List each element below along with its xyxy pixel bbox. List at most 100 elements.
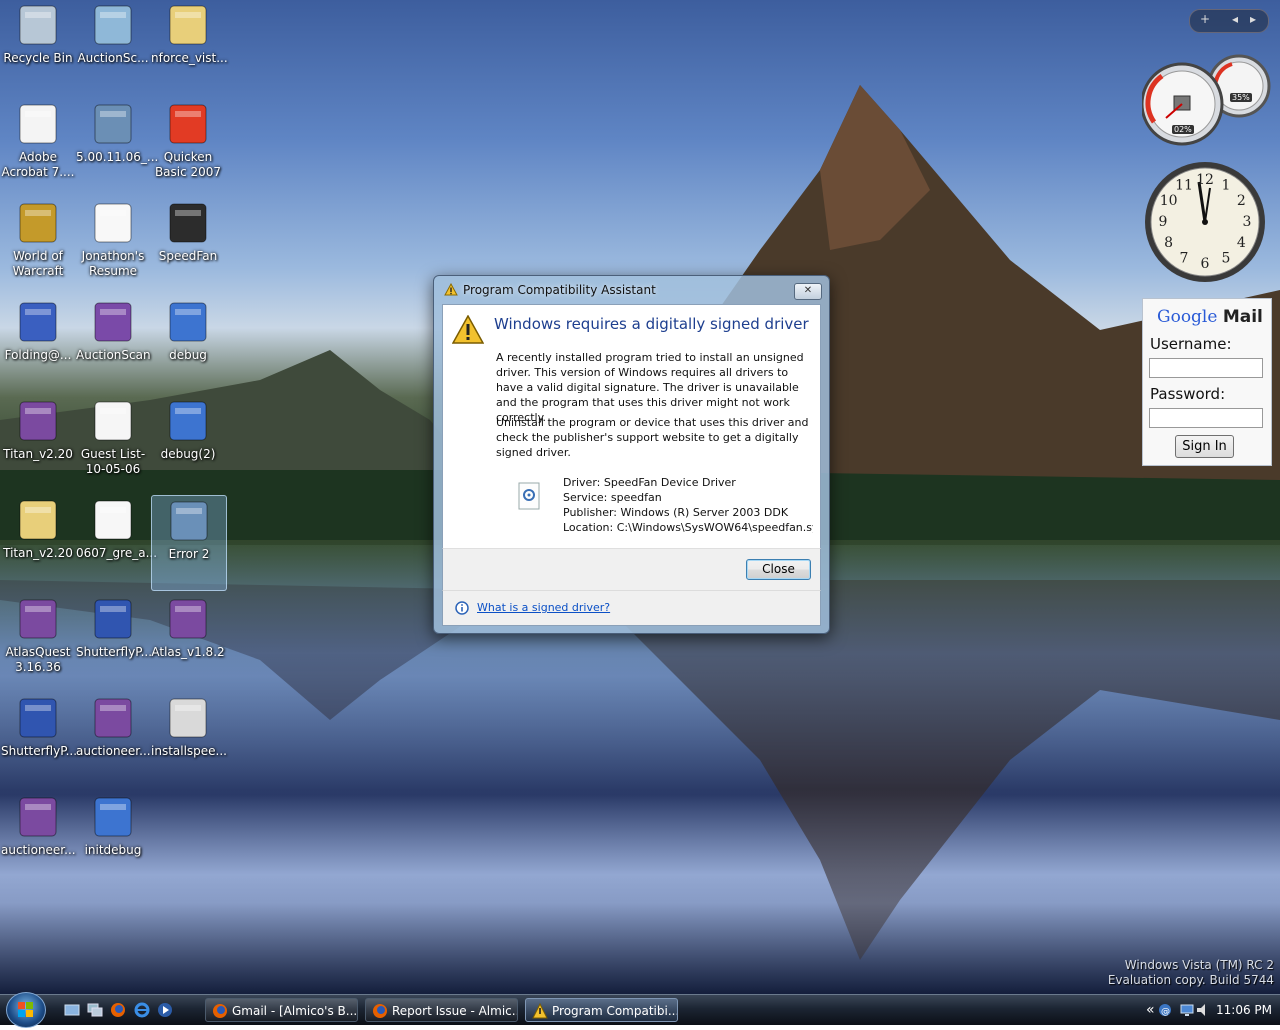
show-hidden-icons-button[interactable]: «: [1146, 995, 1155, 1025]
desktop-icon-label: auctioneer...: [1, 843, 76, 857]
firefox-icon: [372, 1003, 388, 1019]
folder-icon: [16, 498, 60, 542]
desktop-icon[interactable]: Adobe Acrobat 7....: [1, 99, 75, 193]
image-file-icon: [167, 499, 211, 543]
gmail-sign-in-button[interactable]: Sign In: [1175, 435, 1234, 458]
switch-windows-icon[interactable]: [87, 1002, 103, 1018]
installer-disc-icon: [166, 696, 210, 740]
clock-number: 10: [1160, 193, 1178, 209]
windows-logo-icon: [18, 1002, 33, 1017]
dialog-paragraph-2: Uninstall the program or device that use…: [496, 416, 809, 459]
taskbar-button-label: Program Compatibi...: [552, 1004, 678, 1018]
show-desktop-icon[interactable]: [64, 1002, 80, 1018]
desktop-icon[interactable]: AuctionSc...: [76, 0, 150, 94]
taskbar-button[interactable]: Gmail - [Almico's B...: [205, 998, 358, 1022]
desktop-icon-label: Guest List-10-05-06: [80, 447, 146, 476]
desktop-icon[interactable]: installspee...: [151, 693, 227, 787]
gmail-password-label: Password:: [1150, 385, 1226, 403]
desktop-icon[interactable]: debug(2): [151, 396, 225, 490]
auctionscan-icon: [91, 300, 135, 344]
signed-driver-help-link[interactable]: What is a signed driver?: [477, 601, 610, 614]
desktop-icon-label: nforce_vist...: [151, 51, 228, 65]
clock-number: 3: [1243, 214, 1252, 230]
excel-document-icon: [91, 399, 135, 443]
dialog-title: Program Compatibility Assistant: [463, 283, 656, 297]
desktop-icon-label: Jonathon's Resume: [81, 249, 145, 278]
driver-file-icon: [517, 482, 541, 513]
desktop-icon-label: Titan_v2.20: [3, 546, 73, 560]
desktop-icon[interactable]: Error 2: [151, 495, 227, 591]
close-button[interactable]: Close: [746, 559, 811, 580]
desktop-icon-label: installspee...: [151, 744, 227, 758]
warning-icon: [451, 314, 485, 347]
cpu-meter-dials: [1140, 54, 1271, 146]
desktop-icon[interactable]: Titan_v2.20: [1, 396, 75, 490]
previous-gadget-button[interactable]: ◂: [1232, 12, 1238, 26]
dialog-button-area: Close: [442, 548, 821, 592]
close-icon: ✕: [803, 285, 813, 296]
desktop-icon[interactable]: debug: [151, 297, 225, 391]
next-gadget-button[interactable]: ▸: [1250, 12, 1256, 26]
setup-program-icon: [91, 597, 135, 641]
desktop-icon[interactable]: auctioneer...: [76, 693, 151, 787]
desktop-icon[interactable]: nforce_vist...: [151, 0, 228, 94]
cpu-meter-gadget[interactable]: 02% 35%: [1140, 52, 1272, 148]
internet-explorer-icon[interactable]: [134, 1002, 150, 1018]
start-button[interactable]: [6, 992, 46, 1028]
desktop-icon[interactable]: initdebug: [76, 792, 150, 886]
clock-number: 5: [1222, 250, 1231, 266]
desktop-icon-label: debug: [169, 348, 207, 362]
info-icon: [455, 601, 469, 618]
gmail-username-label: Username:: [1150, 335, 1232, 353]
add-gadget-button[interactable]: +: [1200, 12, 1210, 26]
gmail-username-input[interactable]: [1149, 358, 1263, 378]
desktop-icon-label: Recycle Bin: [3, 51, 73, 65]
desktop-icon[interactable]: Guest List-10-05-06: [76, 396, 150, 490]
desktop-icon[interactable]: 0607_gre_a...: [76, 495, 157, 589]
taskbar-button[interactable]: Program Compatibi...: [525, 998, 678, 1022]
desktop-icon[interactable]: ShutterflyP...: [1, 693, 77, 787]
info-monitor-icon: [166, 399, 210, 443]
desktop-icon[interactable]: World of Warcraft: [1, 198, 75, 292]
tray-volume-icon[interactable]: [1196, 1003, 1210, 1020]
desktop-icon[interactable]: Titan_v2.20: [1, 495, 75, 589]
desktop-icon-label: Titan_v2.20: [3, 447, 73, 461]
desktop-icon[interactable]: Atlas_v1.8.2: [151, 594, 225, 688]
media-player-icon[interactable]: [157, 1002, 173, 1018]
desktop[interactable]: Recycle Bin AuctionSc... nforce_vist... Ado…: [0, 0, 1280, 994]
desktop-icon[interactable]: SpeedFan: [151, 198, 225, 292]
gmail-password-input[interactable]: [1149, 408, 1263, 428]
info-monitor-icon: [166, 300, 210, 344]
fan-icon: [166, 201, 210, 245]
desktop-icon[interactable]: auctioneer...: [1, 792, 76, 886]
memory-usage-readout: 35%: [1230, 93, 1252, 102]
desktop-icon[interactable]: Quicken Basic 2007: [151, 99, 225, 193]
desktop-icon-label: Atlas_v1.8.2: [151, 645, 225, 659]
clock-number: 2: [1237, 193, 1246, 209]
desktop-icon-label: Error 2: [168, 547, 210, 561]
sailboat-icon: [91, 102, 135, 146]
taskbar-button[interactable]: Report Issue - Almic...: [365, 998, 518, 1022]
desktop-icon[interactable]: 5.00.11.06_...: [76, 99, 159, 193]
clock-gadget[interactable]: 12 1 2 3 4 5 6 7 8 9 10 11: [1142, 160, 1270, 284]
title-warning-icon: [444, 282, 458, 299]
firefox-quicklaunch-icon[interactable]: [110, 1002, 126, 1018]
driver-publisher: Publisher: Windows (R) Server 2003 DDK: [563, 506, 789, 519]
desktop-icon[interactable]: AuctionScan: [76, 297, 151, 391]
dialog-close-x-button[interactable]: ✕: [794, 283, 822, 300]
winrar-archive-icon: [91, 696, 135, 740]
tray-monitor-icon[interactable]: [1180, 1003, 1194, 1020]
desktop-icon[interactable]: Folding@...: [1, 297, 75, 391]
sidebar-gadget-toolbar[interactable]: + ◂ ▸: [1189, 9, 1269, 33]
clock-number: 11: [1175, 178, 1193, 194]
clock-number: 12: [1196, 172, 1214, 188]
desktop-icon[interactable]: AtlasQuest 3.16.36: [1, 594, 75, 688]
desktop-icon[interactable]: Jonathon's Resume: [76, 198, 150, 292]
desktop-icon[interactable]: Recycle Bin: [1, 0, 75, 94]
desktop-icon[interactable]: ShutterflyP...: [76, 594, 152, 688]
desktop-icon-label: AtlasQuest 3.16.36: [5, 645, 71, 674]
taskbar-clock[interactable]: 11:06 PM: [1216, 995, 1272, 1025]
desktop-icon-label: 5.00.11.06_...: [76, 150, 159, 164]
tray-network-icon[interactable]: @: [1158, 1003, 1172, 1020]
winrar-archive-icon: [166, 597, 210, 641]
